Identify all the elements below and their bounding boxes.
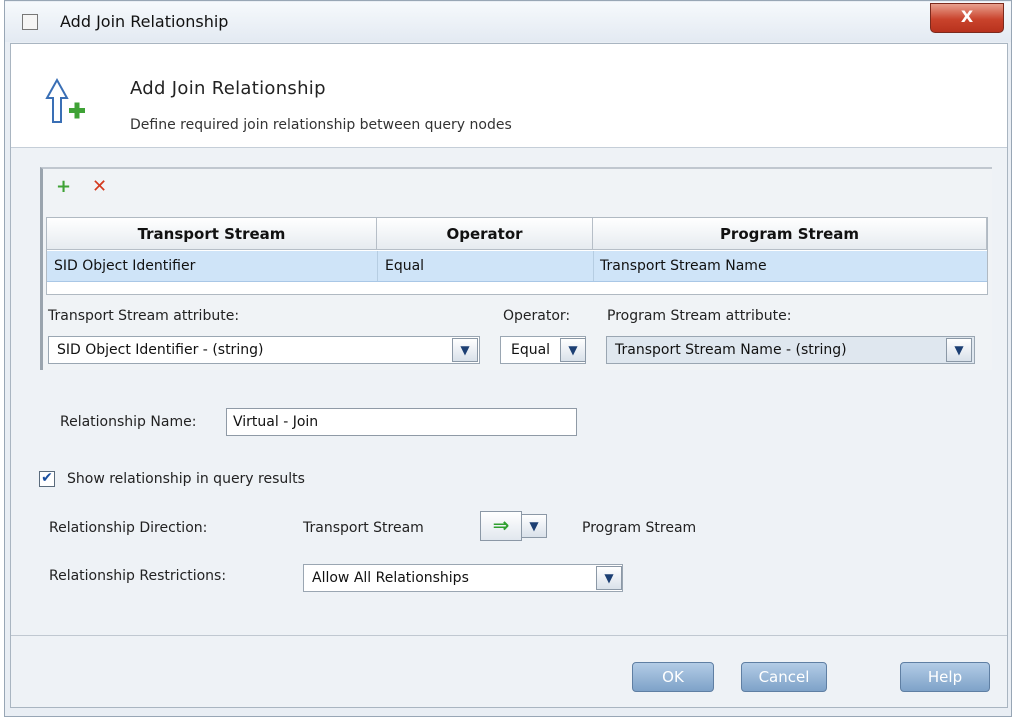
direction-to: Program Stream [582,520,697,536]
chevron-down-icon[interactable]: ▼ [596,566,622,590]
cell-divider [593,251,594,281]
restrictions-select[interactable]: Allow All Relationships [303,564,623,592]
chevron-down-icon[interactable]: ▼ [452,338,478,362]
chevron-down-icon[interactable]: ▼ [560,338,586,362]
help-button[interactable]: Help [900,662,990,692]
transport-attribute-value: SID Object Identifier - (string) [57,342,264,358]
restrictions-label: Relationship Restrictions: [49,568,227,584]
add-icon[interactable]: + [56,176,71,197]
show-in-results-checkbox[interactable]: ✔ [39,471,55,487]
transport-attribute-label: Transport Stream attribute: [48,308,240,324]
table-cell: Transport Stream Name [600,258,767,274]
relationship-name-label: Relationship Name: [60,414,197,430]
program-attribute-value: Transport Stream Name - (string) [615,342,847,358]
window-title: Add Join Relationship [60,12,229,31]
program-attribute-select[interactable]: Transport Stream Name - (string) [606,336,975,364]
column-header-operator[interactable]: Operator [377,218,593,250]
ok-button[interactable]: OK [632,662,714,692]
direction-label: Relationship Direction: [49,520,208,536]
cell-divider [377,251,378,281]
restrictions-value: Allow All Relationships [312,570,469,586]
header-subtitle: Define required join relationship betwee… [130,117,512,133]
operator-label: Operator: [503,308,571,324]
java-app-icon [22,14,38,30]
program-attribute-label: Program Stream attribute: [607,308,792,324]
footer-divider [11,635,1007,636]
chevron-down-icon[interactable]: ▼ [946,338,972,362]
delete-icon[interactable]: ✕ [92,176,107,197]
arrow-right-icon[interactable]: ⇒ [480,511,522,541]
table-cell: Equal [385,258,425,274]
transport-attribute-select[interactable]: SID Object Identifier - (string) [48,336,480,364]
column-header-program-stream[interactable]: Program Stream [593,218,987,250]
relationship-name-input[interactable]: Virtual - Join [226,408,577,436]
column-header-transport-stream[interactable]: Transport Stream [47,218,377,250]
close-button[interactable]: X [930,3,1004,33]
header-title: Add Join Relationship [130,78,326,99]
table-cell: SID Object Identifier [54,258,196,274]
operator-value: Equal [511,342,551,358]
cancel-button[interactable]: Cancel [741,662,827,692]
chevron-down-icon[interactable]: ▼ [521,514,547,538]
add-relationship-icon [45,77,85,123]
show-in-results-label: Show relationship in query results [67,471,305,487]
direction-from: Transport Stream [303,520,424,536]
